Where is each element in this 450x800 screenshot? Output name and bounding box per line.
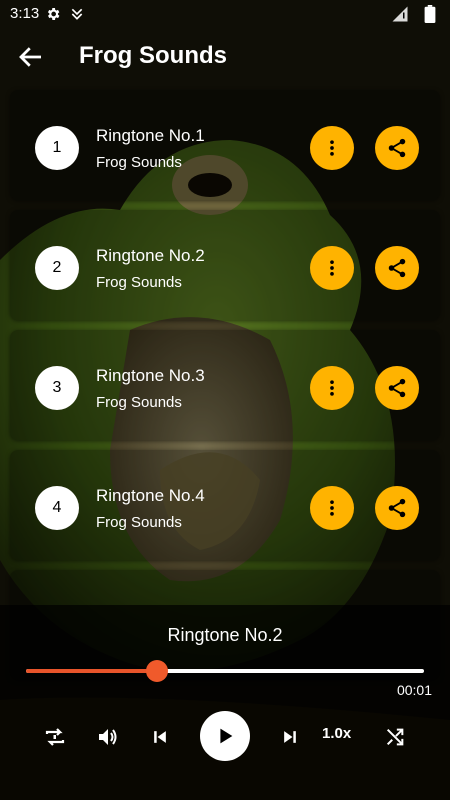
previous-button[interactable] bbox=[145, 722, 175, 752]
ringtone-list: 1 Ringtone No.1 Frog Sounds 2 Ringtone N… bbox=[10, 90, 440, 690]
page-title: Frog Sounds bbox=[79, 42, 227, 69]
share-button[interactable] bbox=[375, 366, 419, 410]
more-vertical-icon bbox=[330, 380, 334, 396]
share-icon bbox=[388, 378, 406, 398]
status-bar: 3:13 bbox=[0, 0, 450, 28]
ringtone-name: Ringtone No.4 bbox=[96, 486, 205, 505]
play-icon bbox=[220, 728, 233, 744]
progress-thumb[interactable] bbox=[146, 660, 169, 682]
now-playing-title: Ringtone No.2 bbox=[167, 625, 283, 645]
ringtone-number-badge: 2 bbox=[35, 246, 79, 290]
share-button[interactable] bbox=[375, 486, 419, 530]
more-options-button[interactable] bbox=[310, 486, 354, 530]
play-button[interactable] bbox=[200, 711, 250, 761]
status-time: 3:13 bbox=[10, 5, 40, 22]
more-options-button[interactable] bbox=[310, 246, 354, 290]
ringtone-subtitle: Frog Sounds bbox=[96, 394, 182, 411]
gear-icon bbox=[47, 8, 60, 20]
share-icon bbox=[388, 138, 406, 158]
ringtone-name: Ringtone No.1 bbox=[96, 126, 205, 145]
repeat-button[interactable] bbox=[40, 722, 70, 752]
ringtone-number-badge: 4 bbox=[35, 486, 79, 530]
ringtone-name: Ringtone No.3 bbox=[96, 366, 205, 385]
next-button[interactable] bbox=[275, 722, 305, 752]
share-icon bbox=[388, 258, 406, 278]
wifi-icon bbox=[392, 6, 408, 22]
more-vertical-icon bbox=[330, 500, 334, 516]
ringtone-item-2[interactable]: 2 Ringtone No.2 Frog Sounds bbox=[10, 210, 440, 320]
ringtone-item-1[interactable]: 1 Ringtone No.1 Frog Sounds bbox=[10, 90, 440, 200]
audio-player: Ringtone No.2 00:01 1.0x bbox=[0, 605, 450, 800]
ringtone-subtitle: Frog Sounds bbox=[96, 154, 182, 171]
ringtone-number-badge: 1 bbox=[35, 126, 79, 170]
vpn-icon bbox=[71, 8, 83, 20]
elapsed-time: 00:01 bbox=[396, 682, 432, 698]
skip-next-icon bbox=[284, 731, 296, 743]
playback-speed-button[interactable]: 1.0x bbox=[322, 725, 351, 742]
share-icon bbox=[388, 498, 406, 518]
share-button[interactable] bbox=[375, 246, 419, 290]
shuffle-icon bbox=[386, 728, 404, 746]
more-options-button[interactable] bbox=[310, 366, 354, 410]
app-bar: Frog Sounds bbox=[0, 28, 450, 86]
more-vertical-icon bbox=[330, 260, 334, 276]
repeat-icon bbox=[45, 728, 65, 746]
skip-previous-icon bbox=[154, 731, 166, 743]
more-options-button[interactable] bbox=[310, 126, 354, 170]
shuffle-button[interactable] bbox=[380, 722, 410, 752]
ringtone-name: Ringtone No.2 bbox=[96, 246, 205, 265]
progress-slider[interactable] bbox=[26, 660, 424, 682]
arrow-left-icon[interactable] bbox=[16, 42, 46, 72]
ringtone-item-4[interactable]: 4 Ringtone No.4 Frog Sounds bbox=[10, 450, 440, 560]
more-vertical-icon bbox=[330, 140, 334, 156]
ringtone-item-3[interactable]: 3 Ringtone No.3 Frog Sounds bbox=[10, 330, 440, 440]
progress-fill bbox=[26, 669, 158, 673]
share-button[interactable] bbox=[375, 126, 419, 170]
ringtone-subtitle: Frog Sounds bbox=[96, 274, 182, 291]
volume-icon bbox=[99, 729, 117, 745]
ringtone-number-badge: 3 bbox=[35, 366, 79, 410]
battery-icon bbox=[424, 5, 436, 23]
volume-button[interactable] bbox=[93, 722, 123, 752]
ringtone-subtitle: Frog Sounds bbox=[96, 514, 182, 531]
